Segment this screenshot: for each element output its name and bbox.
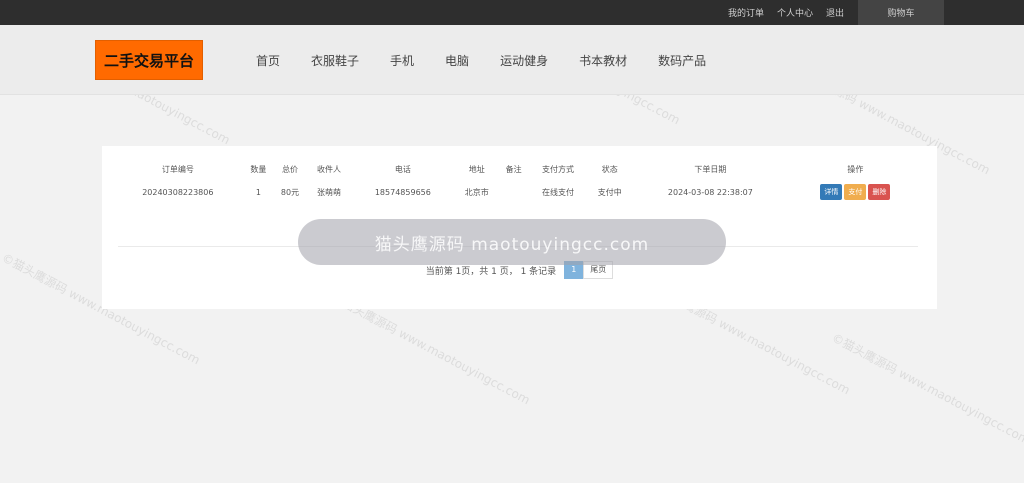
watermark-banner: 猫头鹰源码 maotouyingcc.com [298, 219, 726, 265]
site-header: 二手交易平台 首页 衣服鞋子 手机 电脑 运动健身 书本教材 数码产品 [0, 25, 1024, 95]
order-actions: 详情 支付 删除 [789, 180, 922, 204]
table-row: 20240308223806 1 80元 张萌萌 18574859656 北京市… [112, 180, 922, 204]
order-date: 2024-03-08 22:38:07 [667, 187, 753, 197]
order-phone: 18574859656 [374, 187, 431, 197]
nav-item-phones[interactable]: 手机 [390, 52, 414, 69]
col-phone: 电话 [394, 164, 411, 174]
user-center-link[interactable]: 个人中心 [777, 6, 813, 19]
col-pay-method: 支付方式 [542, 164, 574, 174]
cart-button[interactable]: 购物车 [858, 0, 944, 25]
logout-link[interactable]: 退出 [826, 6, 844, 19]
user-links: 我的订单 个人中心 退出 [728, 0, 844, 25]
main-nav: 首页 衣服鞋子 手机 电脑 运动健身 书本教材 数码产品 [256, 25, 737, 95]
col-actions: 操作 [847, 164, 864, 174]
order-address: 北京市 [464, 187, 489, 197]
delete-button[interactable]: 删除 [868, 184, 891, 200]
nav-item-sports[interactable]: 运动健身 [500, 52, 548, 69]
watermark-tile: ©猫头鹰源码 www.maotouyingcc.com [829, 330, 1024, 448]
pagination-summary: 当前第 1页，共 1 页， 1 条记录 [425, 266, 557, 277]
orders-table: 订单编号 数量 总价 收件人 电话 地址 备注 支付方式 状态 下单日期 操作 … [112, 158, 922, 204]
col-order-no: 订单编号 [161, 164, 194, 174]
order-status: 支付中 [597, 187, 622, 197]
detail-button[interactable]: 详情 [820, 184, 843, 200]
order-note [499, 180, 529, 204]
nav-item-computers[interactable]: 电脑 [445, 52, 469, 69]
order-receiver: 张萌萌 [316, 187, 341, 197]
order-total: 80元 [280, 187, 300, 197]
col-date: 下单日期 [694, 164, 727, 174]
pay-button[interactable]: 支付 [844, 184, 867, 200]
order-no: 20240308223806 [142, 187, 214, 197]
order-pay-method: 在线支付 [542, 187, 574, 197]
nav-item-home[interactable]: 首页 [256, 52, 280, 69]
col-note: 备注 [505, 164, 522, 174]
top-bar: 我的订单 个人中心 退出 购物车 [0, 0, 1024, 25]
order-qty: 1 [255, 187, 261, 197]
my-orders-link[interactable]: 我的订单 [728, 6, 764, 19]
nav-item-digital[interactable]: 数码产品 [658, 52, 706, 69]
col-address: 地址 [468, 164, 485, 174]
cart-label: 购物车 [887, 9, 915, 19]
col-status: 状态 [601, 164, 618, 174]
col-receiver: 收件人 [316, 164, 341, 174]
col-qty: 数量 [250, 164, 267, 174]
table-header-row: 订单编号 数量 总价 收件人 电话 地址 备注 支付方式 状态 下单日期 操作 [112, 158, 922, 180]
nav-item-clothes[interactable]: 衣服鞋子 [311, 52, 359, 69]
site-logo[interactable]: 二手交易平台 [95, 40, 203, 80]
col-total: 总价 [282, 164, 298, 174]
nav-item-books[interactable]: 书本教材 [579, 52, 627, 69]
